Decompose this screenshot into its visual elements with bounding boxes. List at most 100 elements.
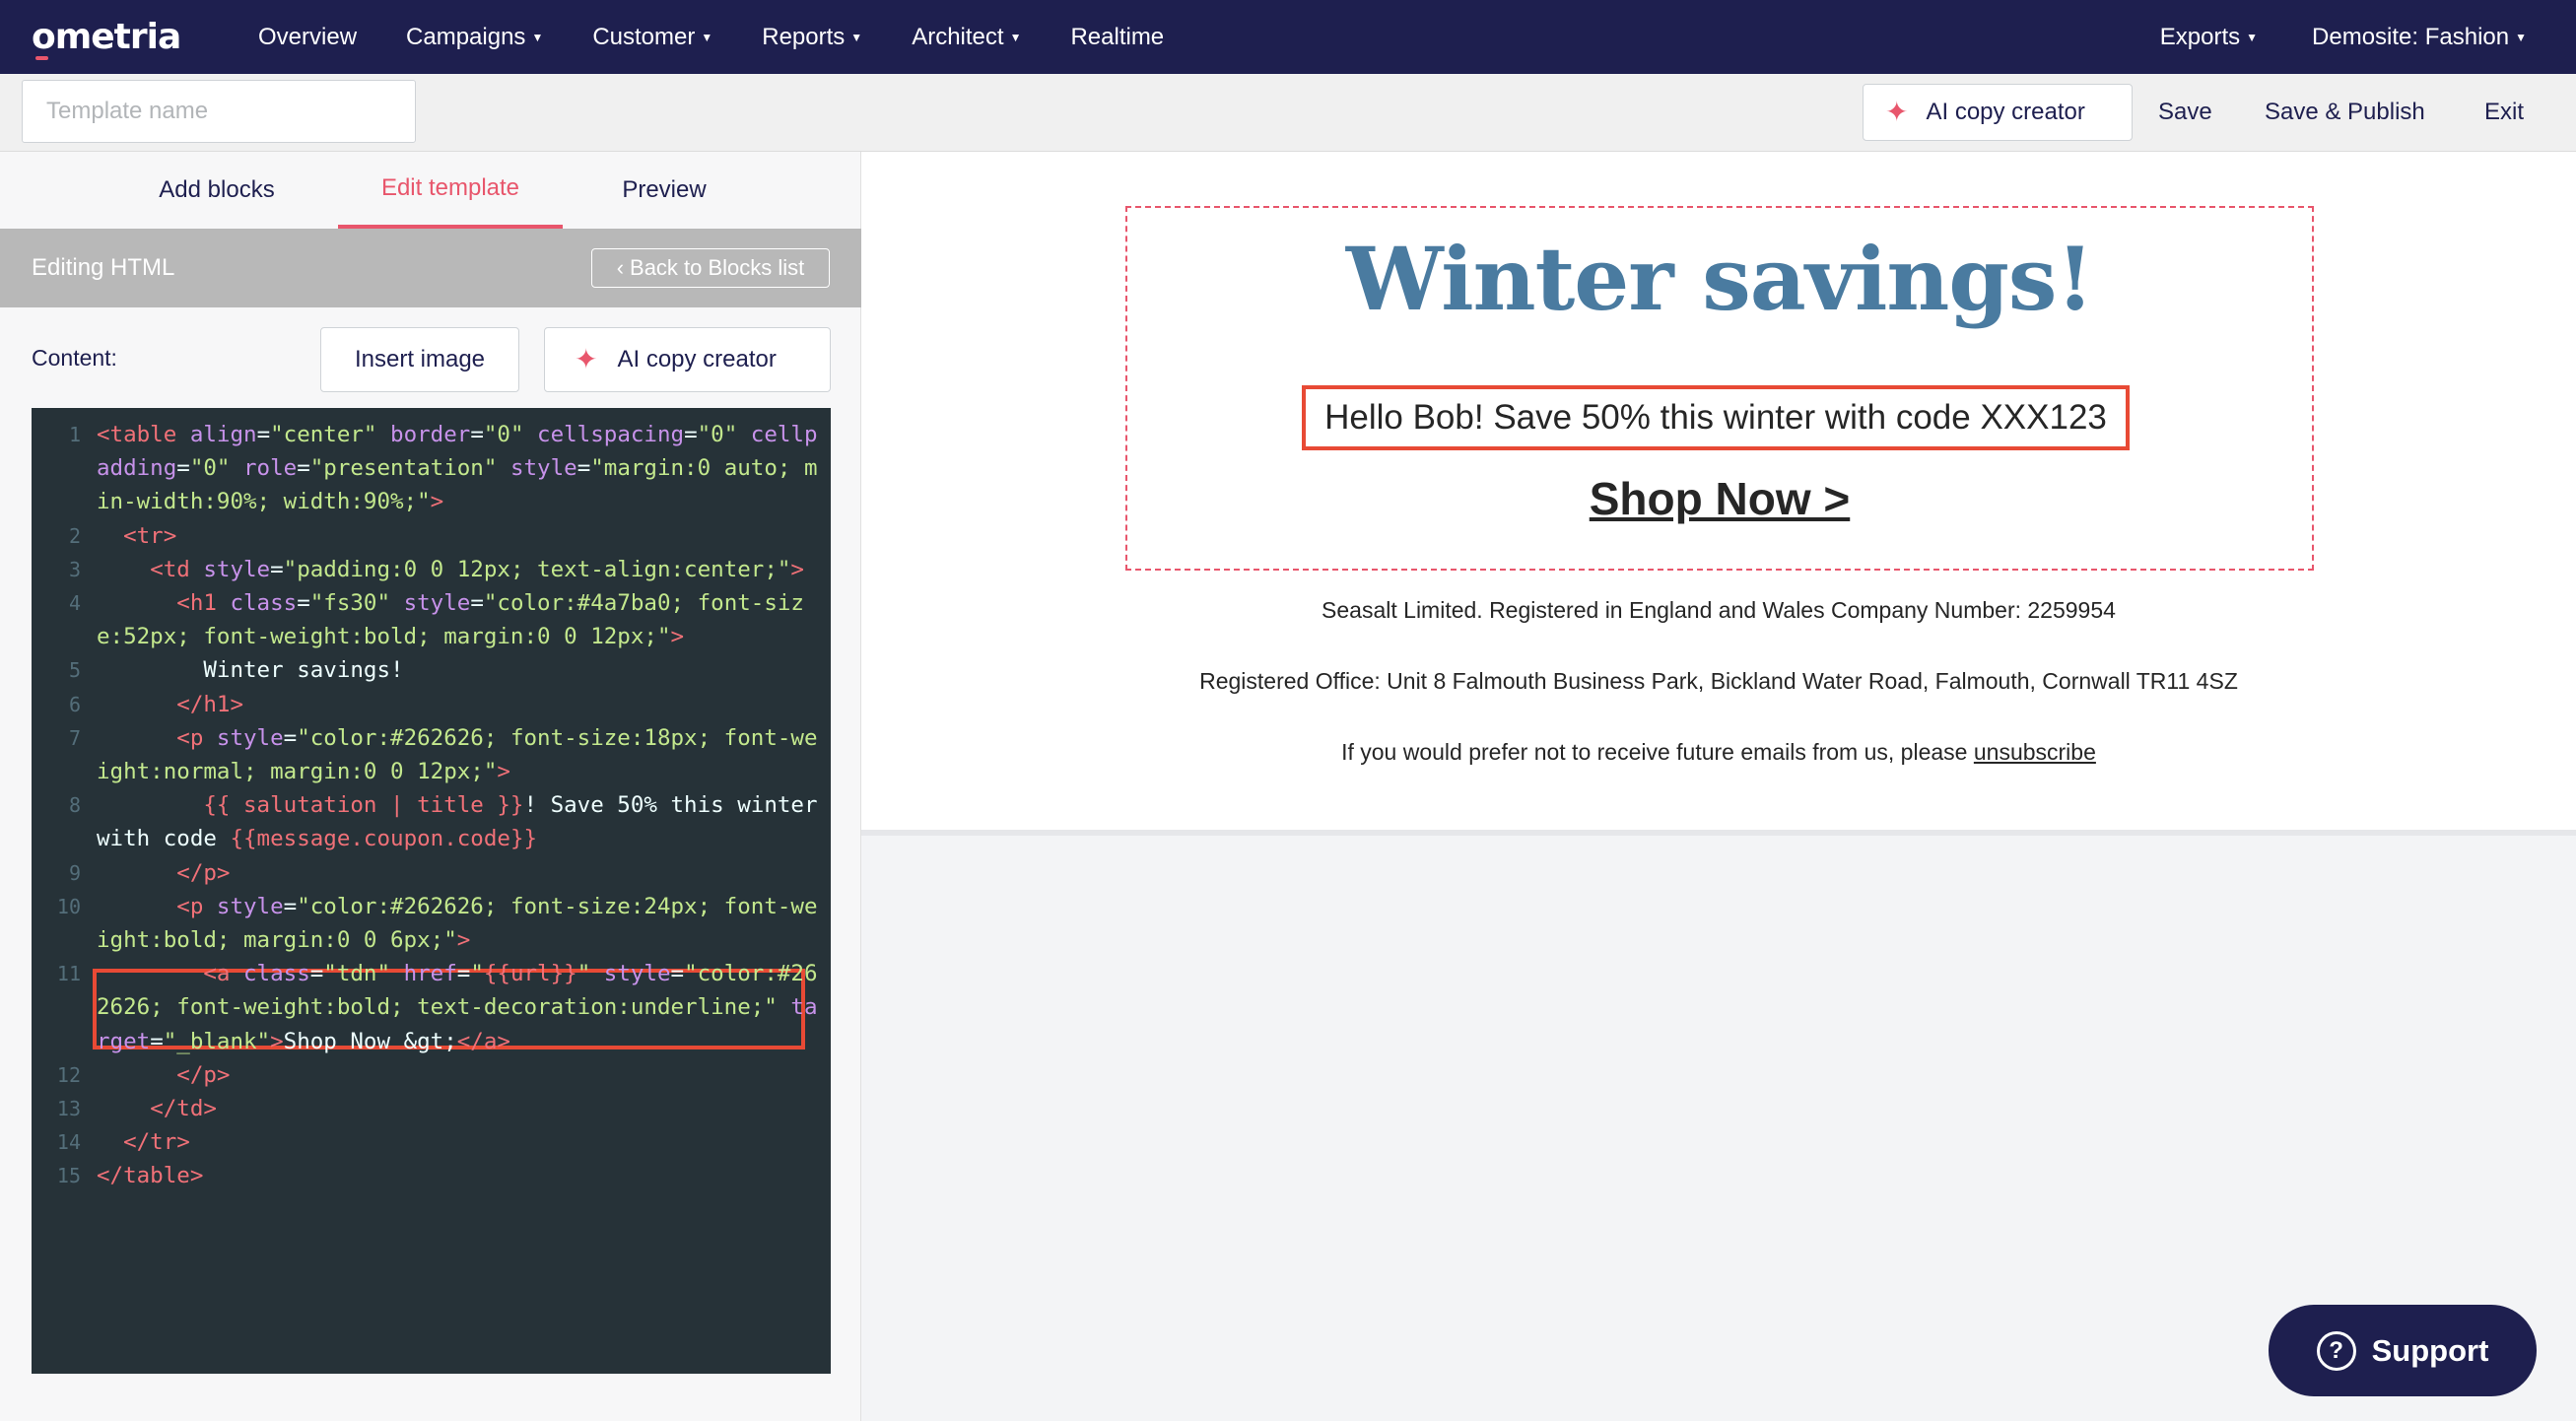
- line-number: 7: [68, 725, 81, 750]
- nav-reports-label: Reports: [762, 23, 846, 50]
- preview-heading: Winter savings!: [1345, 228, 2094, 330]
- ai-copy-creator-content-label: AI copy creator: [617, 346, 777, 372]
- code-text: <h1 class="fs30" style="color:#4a7ba0; f…: [97, 590, 804, 650]
- support-button[interactable]: ? Support: [2269, 1305, 2537, 1396]
- line-number: 10: [56, 894, 81, 918]
- code-line[interactable]: 14 </tr>: [32, 1125, 831, 1159]
- nav-architect[interactable]: Architect ▼: [912, 24, 1021, 51]
- line-number: 15: [56, 1164, 81, 1188]
- code-line[interactable]: 2 <tr>: [32, 519, 831, 553]
- insert-image-button[interactable]: Insert image: [320, 327, 519, 392]
- sparkle-icon: ✦: [1885, 97, 1909, 127]
- code-line[interactable]: 6 </h1>: [32, 688, 831, 721]
- content-label: Content:: [32, 345, 117, 371]
- help-icon: ?: [2316, 1330, 2356, 1371]
- code-line[interactable]: 5 Winter savings!: [32, 653, 831, 687]
- chevron-left-icon: ‹: [616, 255, 625, 280]
- code-line[interactable]: 11 <a class="tdn" href="{{url}}" style="…: [32, 957, 831, 1058]
- ai-copy-creator-button[interactable]: ✦ AI copy creator: [1863, 84, 2133, 141]
- footer-company: Seasalt Limited. Registered in England a…: [1322, 597, 2116, 623]
- line-number: 1: [68, 423, 81, 446]
- template-name-input[interactable]: [22, 80, 416, 143]
- code-text: Winter savings!: [97, 657, 404, 684]
- chevron-down-icon: ▼: [1009, 30, 1022, 44]
- nav-site-switcher[interactable]: Demosite: Fashion ▼: [2312, 24, 2527, 51]
- editing-title: Editing HTML: [32, 254, 175, 281]
- footer-unsubscribe-text: If you would prefer not to receive futur…: [1341, 739, 1974, 765]
- save-button[interactable]: Save: [2158, 84, 2212, 141]
- code-line[interactable]: 9 </p>: [32, 856, 831, 890]
- footer-unsubscribe: If you would prefer not to receive futur…: [861, 739, 2576, 766]
- ometria-logo[interactable]: ometria: [32, 17, 209, 60]
- code-line[interactable]: 12 </p>: [32, 1058, 831, 1092]
- nav-right: Exports ▼ Demosite: Fashion ▼: [2106, 0, 2527, 74]
- nav-customer[interactable]: Customer ▼: [592, 24, 712, 51]
- email-preview: Winter savings! Hello Bob! Save 50% this…: [861, 152, 2576, 836]
- nav-exports-label: Exports: [2159, 23, 2241, 50]
- code-line[interactable]: 10 <p style="color:#262626; font-size:24…: [32, 890, 831, 957]
- nav-exports[interactable]: Exports ▼: [2160, 24, 2258, 51]
- code-text: </td>: [150, 1096, 217, 1122]
- footer-address: Registered Office: Unit 8 Falmouth Busin…: [1199, 668, 2238, 694]
- tab-edit-template[interactable]: Edit template: [338, 152, 563, 229]
- code-line[interactable]: 8 {{ salutation | title }}! Save 50% thi…: [32, 788, 831, 855]
- top-nav: ometria Overview Campaigns ▼ Customer ▼ Re…: [0, 0, 2576, 74]
- code-line[interactable]: 1 <table align="center" border="0" cellsp…: [32, 418, 831, 519]
- back-to-blocks-label: Back to Blocks list: [630, 255, 805, 280]
- selected-content-block[interactable]: Winter savings! Hello Bob! Save 50% this…: [1125, 206, 2314, 571]
- code-text: <p style="color:#262626; font-size:18px;…: [97, 724, 818, 785]
- nav-overview[interactable]: Overview: [258, 24, 357, 51]
- preview-panel: Winter savings! Hello Bob! Save 50% this…: [861, 152, 2576, 1421]
- editor-toolbar: ✦ AI copy creator Save Save & Publish Ex…: [0, 74, 2576, 152]
- code-text: </p>: [176, 1061, 231, 1088]
- nav-realtime[interactable]: Realtime: [1070, 24, 1164, 51]
- line-number: 13: [56, 1097, 81, 1121]
- back-to-blocks-button[interactable]: ‹ Back to Blocks list: [591, 248, 830, 288]
- nav-architect-label: Architect: [912, 23, 1004, 50]
- code-line[interactable]: 4 <h1 class="fs30" style="color:#4a7ba0;…: [32, 586, 831, 653]
- ai-copy-creator-label: AI copy creator: [1926, 99, 2085, 125]
- html-code-editor[interactable]: 1 <table align="center" border="0" cellsp…: [32, 408, 831, 1374]
- nav-overview-label: Overview: [258, 23, 358, 50]
- code-line[interactable]: 13 </td>: [32, 1092, 831, 1125]
- tab-add-blocks[interactable]: Add blocks: [148, 152, 286, 229]
- ai-copy-creator-content-button[interactable]: ✦ AI copy creator: [544, 327, 831, 392]
- nav-campaigns-label: Campaigns: [406, 23, 526, 50]
- nav-main: Overview Campaigns ▼ Customer ▼ Reports ▼ A…: [209, 24, 1164, 51]
- editor-tabs: Add blocks Edit template Preview: [0, 152, 861, 229]
- tab-preview[interactable]: Preview: [611, 152, 717, 229]
- code-text: <table align="center" border="0" cellspa…: [97, 422, 818, 515]
- line-number: 11: [56, 962, 81, 986]
- line-number: 14: [56, 1130, 81, 1155]
- code-text: <p style="color:#262626; font-size:24px;…: [97, 893, 818, 954]
- nav-realtime-label: Realtime: [1070, 23, 1165, 50]
- code-text: </table>: [97, 1163, 204, 1189]
- chevron-down-icon: ▼: [2515, 30, 2527, 44]
- sparkle-icon: ✦: [575, 344, 598, 374]
- code-text: <a class="tdn" href="{{url}}" style="col…: [97, 961, 818, 1054]
- editing-header: Editing HTML ‹ Back to Blocks list: [0, 229, 861, 307]
- shop-now-link[interactable]: Shop Now >: [1127, 472, 2312, 525]
- nav-campaigns[interactable]: Campaigns ▼: [406, 24, 543, 51]
- code-line[interactable]: 7 <p style="color:#262626; font-size:18p…: [32, 721, 831, 788]
- code-text: </h1>: [176, 691, 244, 717]
- unsubscribe-link[interactable]: unsubscribe: [1974, 739, 2096, 765]
- chevron-down-icon: ▼: [2246, 30, 2259, 44]
- left-panel: Add blocks Edit template Preview Editing…: [0, 152, 861, 1421]
- line-number: 4: [68, 591, 81, 616]
- nav-reports[interactable]: Reports ▼: [762, 24, 862, 51]
- line-number: 8: [68, 793, 81, 818]
- line-number: 9: [68, 860, 81, 885]
- code-line[interactable]: 15 </table>: [32, 1159, 831, 1192]
- code-line[interactable]: 3 <td style="padding:0 0 12px; text-alig…: [32, 553, 831, 586]
- line-number: 3: [68, 557, 81, 581]
- support-label: Support: [2371, 1332, 2489, 1368]
- nav-site-label: Demosite: Fashion: [2312, 23, 2510, 50]
- code-text: <tr>: [123, 522, 177, 549]
- exit-button[interactable]: Exit: [2484, 84, 2524, 141]
- chevron-down-icon: ▼: [531, 30, 544, 44]
- save-publish-button[interactable]: Save & Publish: [2265, 84, 2425, 141]
- preview-greeting: Hello Bob! Save 50% this winter with cod…: [1302, 385, 2130, 450]
- code-text: {{ salutation | title }}! Save 50% this …: [97, 792, 831, 852]
- line-number: 12: [56, 1062, 81, 1087]
